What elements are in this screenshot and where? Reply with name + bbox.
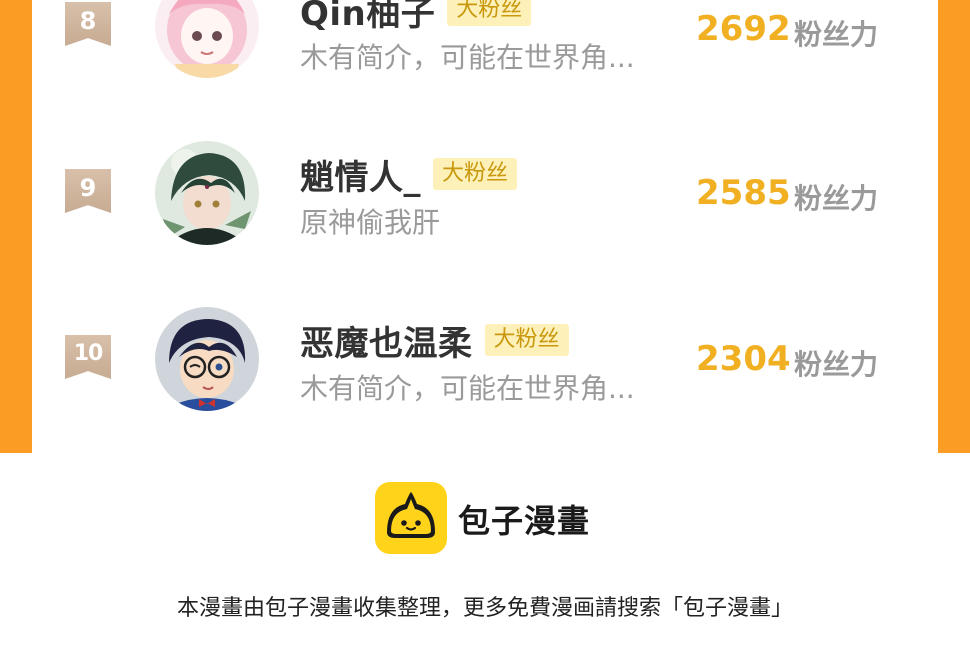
fan-level-badge: 大粉丝 [484, 324, 569, 356]
green-hair-boy-avatar-icon [155, 141, 259, 245]
fan-power-unit: 粉丝力 [794, 348, 879, 381]
baozi-logo-icon [375, 482, 447, 554]
ranking-row-10[interactable]: 10 恶魔也温柔 大粉丝 木有简介，可能在世界角... 2304 粉丝力 [32, 304, 938, 414]
rank-ribbon: 8 [65, 2, 111, 46]
avatar[interactable] [155, 141, 259, 245]
user-name[interactable]: 恶魔也温柔 [300, 316, 473, 365]
fan-power-score: 2304 [696, 339, 791, 379]
fan-power-unit: 粉丝力 [794, 182, 879, 215]
user-bio: 原神偷我肝 [300, 206, 441, 239]
fan-power-score: 2692 [696, 9, 791, 49]
user-name[interactable]: 魈情人_ [300, 150, 421, 199]
ranking-row-9[interactable]: 9 魈情人_ 大粉丝 原神偷我肝 2585 粉丝力 [32, 138, 938, 248]
user-bio: 木有简介，可能在世界角... [300, 41, 635, 74]
fan-power-score: 2585 [696, 173, 791, 213]
pink-hair-girl-avatar-icon [155, 0, 259, 78]
avatar[interactable] [155, 307, 259, 411]
brand-name: 包子漫畫 [458, 502, 591, 540]
glasses-boy-avatar-icon [155, 307, 259, 411]
footer-note: 本漫畫由包子漫畫收集整理，更多免費漫画請搜索「包子漫畫」 [176, 596, 793, 621]
fan-power-unit: 粉丝力 [794, 18, 879, 51]
fan-level-badge: 大粉丝 [447, 0, 532, 26]
ranking-row-8[interactable]: 8 Qin柚子 大粉丝 木有简介，可能在世界角... 2692 粉丝力 [32, 0, 938, 82]
user-bio: 木有简介，可能在世界角... [300, 372, 635, 405]
fan-ranking-list: 8 Qin柚子 大粉丝 木有简介，可能在世界角... 2692 粉丝力 9 魈情… [32, 0, 938, 453]
rank-ribbon: 10 [65, 335, 111, 379]
rank-ribbon: 9 [65, 169, 111, 213]
user-name[interactable]: Qin柚子 [300, 0, 435, 35]
avatar[interactable] [155, 0, 259, 78]
fan-level-badge: 大粉丝 [433, 158, 518, 190]
